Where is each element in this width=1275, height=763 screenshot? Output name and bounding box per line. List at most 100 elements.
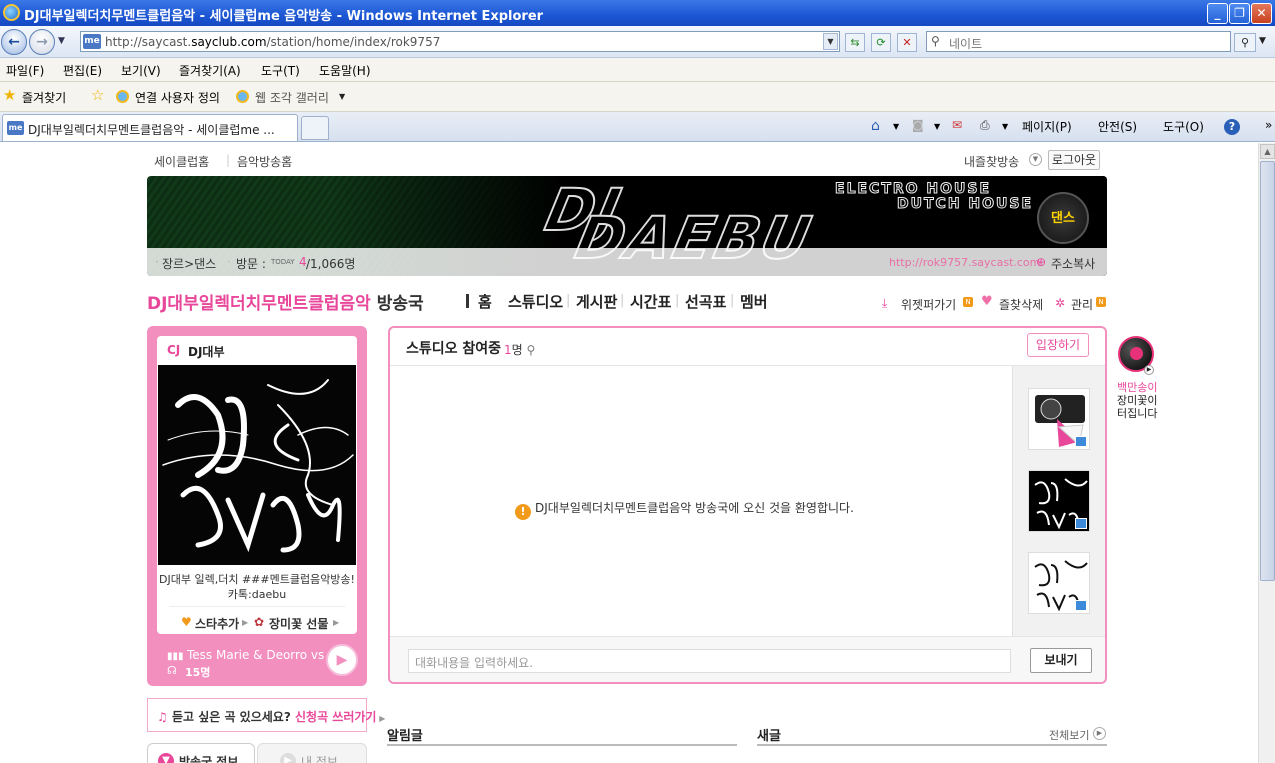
send-button[interactable]: 보내기: [1030, 648, 1092, 673]
safety-menu[interactable]: 안전(S): [1098, 118, 1137, 135]
logout-button[interactable]: 로그아웃: [1048, 150, 1100, 170]
maximize-button[interactable]: ❐: [1229, 3, 1250, 24]
menu-view[interactable]: 보기(V): [121, 62, 161, 79]
nav-playlist[interactable]: 선곡표: [685, 291, 726, 312]
play-button[interactable]: ▶: [326, 644, 358, 676]
remove-favorite-link[interactable]: 즐찾삭제: [999, 296, 1043, 313]
cj-name[interactable]: DJ대부: [188, 343, 225, 360]
view-all-link[interactable]: 전체보기: [1049, 727, 1089, 743]
divider: [387, 744, 737, 746]
menu-favorites[interactable]: 즐겨찾기(A): [179, 62, 241, 79]
tools-menu[interactable]: 도구(O): [1163, 118, 1204, 135]
camera-icon: [1075, 600, 1087, 611]
now-playing-text: Tess Marie & Deorro vs: [187, 648, 325, 662]
stop-icon[interactable]: ✕: [897, 33, 917, 52]
nav-members[interactable]: 멤버: [740, 291, 768, 312]
favorites-star-icon: ★: [3, 86, 17, 104]
today-label: TODAY: [271, 258, 295, 266]
enter-studio-button[interactable]: 입장하기: [1027, 333, 1089, 357]
back-button[interactable]: ←: [1, 29, 27, 55]
minimize-button[interactable]: _: [1207, 3, 1228, 24]
compatibility-icon[interactable]: ⇆: [845, 33, 865, 52]
my-stations-link[interactable]: 내즐찾방송: [964, 153, 1019, 170]
new-tab-button[interactable]: [301, 116, 329, 140]
nav-board[interactable]: 게시판: [576, 291, 617, 312]
menu-help[interactable]: 도움말(H): [319, 62, 371, 79]
cj-profile-image[interactable]: [158, 365, 356, 565]
promo-text: 백만송이: [1117, 381, 1158, 394]
tab-title: DJ대부일렉더치무멘트클럽음악 - 세이클럽me ...: [28, 123, 275, 137]
chevron-down-icon[interactable]: ▼: [893, 122, 899, 131]
search-icon[interactable]: ⚲: [527, 343, 536, 357]
menu-file[interactable]: 파일(F): [6, 62, 44, 79]
more-tools-icon[interactable]: »: [1265, 118, 1272, 132]
music-home-link[interactable]: 음악방송홈: [237, 153, 292, 170]
song-request-box[interactable]: ♫ 듣고 싶은 곡 있으세요? 신청곡 쓰러가기 ▶: [147, 698, 385, 732]
search-options-icon[interactable]: ▼: [1259, 36, 1266, 46]
close-button[interactable]: ✕: [1251, 3, 1272, 24]
chat-input[interactable]: 대화내용을 입력하세요.: [408, 649, 1011, 673]
station-banner: DJ DAEBU ELECTRO HOUSE DUTCH HOUSE 댄스 · …: [147, 176, 1107, 276]
favorites-bar: ★ 즐겨찾기 ☆ 연결 사용자 정의 웹 조각 갤러리 ▼: [0, 82, 1275, 112]
widget-link[interactable]: 위젯퍼가기: [901, 296, 956, 313]
scrollbar-thumb[interactable]: [1260, 161, 1275, 581]
cj-label: CJ: [167, 343, 181, 357]
rss-feed-icon[interactable]: ◙: [912, 118, 924, 132]
chevron-down-icon[interactable]: ▼: [339, 92, 345, 101]
vertical-scrollbar[interactable]: ▲: [1258, 143, 1275, 763]
divider: [466, 294, 469, 308]
tab-bar: me DJ대부일렉더치무멘트클럽음악 - 세이클럽me ... ⌂ ▼ ◙ ▼ …: [0, 112, 1275, 142]
tab-station-info[interactable]: ▼ 방송국 정보: [147, 743, 255, 763]
chevron-right-icon[interactable]: ▶: [1144, 365, 1154, 375]
visit-label: 방문 :: [236, 257, 266, 271]
refresh-icon[interactable]: ⟳: [871, 33, 891, 52]
participant-thumbnail[interactable]: [1028, 552, 1090, 614]
forward-button[interactable]: →: [29, 29, 55, 55]
station-url[interactable]: http://rok9757.saycast.com: [889, 256, 1040, 269]
participant-thumbnail[interactable]: [1028, 470, 1090, 532]
genre-label: 장르>댄스: [162, 257, 217, 271]
help-icon[interactable]: ?: [1224, 119, 1240, 135]
mail-icon[interactable]: ✉: [952, 118, 962, 132]
chevron-down-icon[interactable]: ▼: [934, 122, 940, 131]
participant-thumbnail[interactable]: [1028, 388, 1090, 450]
page-menu[interactable]: 페이지(P): [1022, 118, 1072, 135]
manage-link[interactable]: 관리: [1071, 296, 1093, 313]
headphones-icon: ☊: [167, 664, 177, 677]
chevron-down-icon[interactable]: ▼: [1002, 122, 1008, 131]
nav-home[interactable]: 홈: [478, 291, 492, 312]
search-input[interactable]: ⚲ 네이트: [926, 31, 1231, 52]
menu-bar: 파일(F) 편집(E) 보기(V) 즐겨찾기(A) 도구(T) 도움말(H): [0, 58, 1275, 82]
rose-gift-button[interactable]: 장미꽃 선물: [269, 615, 328, 632]
menu-edit[interactable]: 편집(E): [63, 62, 102, 79]
print-icon[interactable]: ⎙: [980, 118, 990, 133]
ie-page-icon: [116, 90, 129, 103]
home-icon[interactable]: ⌂: [871, 118, 880, 134]
nav-studio[interactable]: 스튜디오: [508, 291, 563, 312]
add-favorite-icon[interactable]: ☆: [91, 86, 104, 104]
star-add-button[interactable]: 스타추가: [195, 615, 239, 632]
page-content: 세이클럽홈 | 음악방송홈 내즐찾방송 ▼ 로그아웃 DJ DAEBU ELEC…: [0, 143, 1258, 763]
sayclub-home-link[interactable]: 세이클럽홈: [154, 153, 209, 170]
fav-item-web-slice-gallery[interactable]: 웹 조각 갤러리: [255, 89, 329, 106]
chevron-down-icon[interactable]: ▼: [1029, 153, 1042, 166]
fav-item-custom-links[interactable]: 연결 사용자 정의: [135, 89, 220, 106]
chevron-right-icon[interactable]: ▶: [1093, 727, 1106, 740]
nav-schedule[interactable]: 시간표: [630, 291, 671, 312]
tab-active[interactable]: me DJ대부일렉더치무멘트클럽음악 - 세이클럽me ...: [2, 114, 298, 141]
url-input[interactable]: me http://saycast.sayclub.com/station/ho…: [80, 31, 840, 52]
scroll-up-icon[interactable]: ▲: [1260, 144, 1275, 159]
chat-input-bar: 대화내용을 입력하세요. 보내기: [390, 636, 1105, 682]
search-icon: ⚲: [931, 34, 940, 48]
rose-icon: ✿: [254, 615, 265, 629]
url-dropdown-icon[interactable]: ▼: [823, 33, 838, 50]
banner-genre-text: ELECTRO HOUSE: [834, 181, 992, 198]
copy-address-link[interactable]: 주소복사: [1051, 255, 1095, 272]
favorites-button[interactable]: 즐겨찾기: [22, 89, 66, 106]
tab-my-info[interactable]: ▶ 내 정보: [257, 743, 367, 763]
search-go-icon[interactable]: ⚲: [1234, 33, 1256, 52]
chevron-right-icon: ▶: [280, 753, 296, 763]
studio-title: 스튜디오 참여중: [406, 341, 502, 357]
history-dropdown-icon[interactable]: ▼: [58, 36, 65, 46]
menu-tools[interactable]: 도구(T): [261, 62, 300, 79]
